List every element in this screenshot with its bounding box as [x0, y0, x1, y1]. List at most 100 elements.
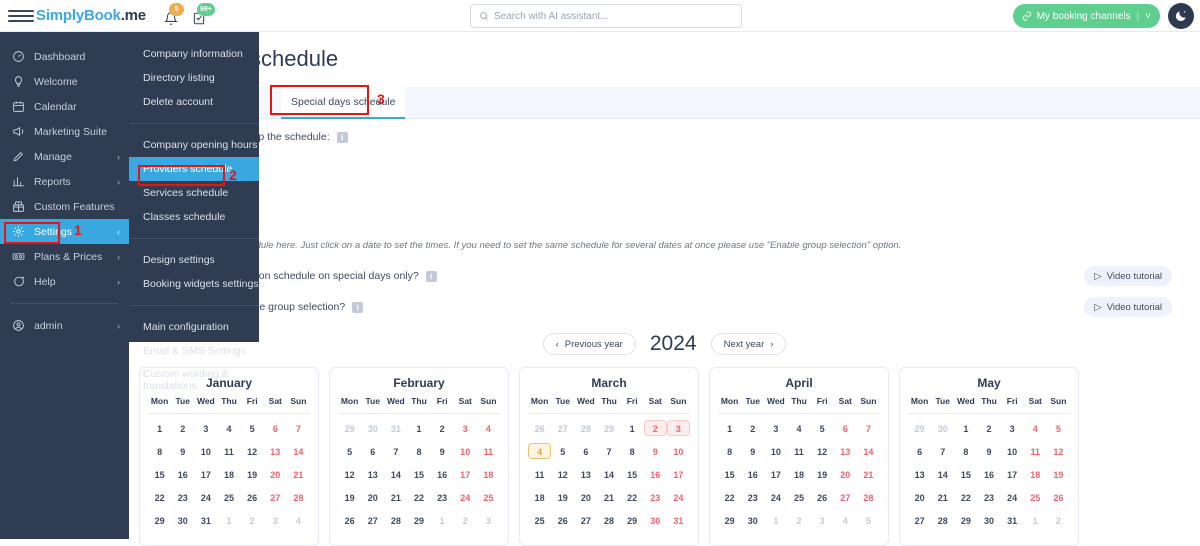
day-cell[interactable]: 27: [574, 512, 597, 528]
day-cell[interactable]: 19: [1047, 466, 1070, 482]
day-cell[interactable]: 16: [977, 466, 1000, 482]
day-cell[interactable]: 1: [148, 420, 171, 436]
day-cell[interactable]: 10: [194, 443, 217, 459]
info-icon[interactable]: i: [352, 301, 364, 313]
day-cell[interactable]: 15: [718, 466, 741, 482]
day-cell[interactable]: 9: [977, 443, 1000, 459]
day-cell[interactable]: 26: [811, 489, 834, 505]
day-cell[interactable]: 24: [764, 489, 787, 505]
day-cell[interactable]: 2: [431, 420, 454, 436]
day-cell[interactable]: 3: [764, 420, 787, 436]
day-cell[interactable]: 5: [551, 443, 574, 459]
day-cell[interactable]: 16: [644, 466, 667, 482]
sidebar-item-calendar[interactable]: Calendar: [0, 94, 129, 119]
day-cell[interactable]: 16: [431, 466, 454, 482]
day-cell[interactable]: 14: [384, 466, 407, 482]
day-cell[interactable]: 5: [1047, 420, 1070, 436]
day-cell[interactable]: 2: [977, 420, 1000, 436]
day-cell[interactable]: 11: [528, 466, 551, 482]
day-cell[interactable]: 8: [718, 443, 741, 459]
day-cell[interactable]: 21: [384, 489, 407, 505]
sidebar-item-plans-prices[interactable]: Plans & Prices ›: [0, 244, 129, 269]
day-cell[interactable]: 17: [194, 466, 217, 482]
menu-item-providers-schedule[interactable]: Providers schedule: [129, 157, 259, 181]
day-cell[interactable]: 20: [361, 489, 384, 505]
day-cell[interactable]: 5: [338, 443, 361, 459]
day-cell[interactable]: 1: [954, 420, 977, 436]
day-cell[interactable]: 3: [454, 420, 477, 436]
sidebar-item-marketing-suite[interactable]: Marketing Suite: [0, 119, 129, 144]
day-cell[interactable]: 3: [666, 420, 690, 436]
day-cell[interactable]: 23: [644, 489, 667, 505]
hamburger-icon[interactable]: [8, 9, 34, 22]
day-cell[interactable]: 28: [597, 512, 620, 528]
day-cell[interactable]: 21: [931, 489, 954, 505]
day-cell[interactable]: 30: [171, 512, 194, 528]
day-cell[interactable]: 10: [667, 443, 690, 459]
day-cell[interactable]: 26: [551, 512, 574, 528]
day-cell[interactable]: 7: [857, 420, 880, 436]
chevron-down-icon[interactable]: ˅: [1145, 11, 1151, 22]
day-cell[interactable]: 19: [811, 466, 834, 482]
day-cell[interactable]: 27: [908, 512, 931, 528]
day-cell[interactable]: 4: [528, 443, 552, 459]
day-cell[interactable]: 21: [857, 466, 880, 482]
day-cell[interactable]: 9: [644, 443, 667, 459]
day-cell[interactable]: 4: [477, 420, 500, 436]
day-cell[interactable]: 15: [148, 466, 171, 482]
day-cell[interactable]: 15: [621, 466, 644, 482]
sidebar-item-settings[interactable]: Settings ‹: [0, 219, 129, 244]
video-tutorial-button-1[interactable]: ▷ Video tutorial: [1084, 266, 1172, 286]
day-cell[interactable]: 25: [787, 489, 810, 505]
day-cell[interactable]: 6: [908, 443, 931, 459]
day-cell[interactable]: 27: [264, 489, 287, 505]
day-cell[interactable]: 13: [361, 466, 384, 482]
day-cell[interactable]: 5: [241, 420, 264, 436]
day-cell[interactable]: 1: [407, 420, 430, 436]
day-cell[interactable]: 29: [621, 512, 644, 528]
day-cell[interactable]: 26: [338, 512, 361, 528]
day-cell[interactable]: 6: [264, 420, 287, 436]
day-cell[interactable]: 11: [217, 443, 240, 459]
day-cell[interactable]: 31: [667, 512, 690, 528]
day-cell[interactable]: 23: [741, 489, 764, 505]
day-cell[interactable]: 14: [857, 443, 880, 459]
sidebar-item-custom-features[interactable]: Custom Features: [0, 194, 129, 219]
day-cell[interactable]: 2: [741, 420, 764, 436]
day-cell[interactable]: 14: [597, 466, 620, 482]
day-cell[interactable]: 1: [621, 420, 644, 436]
day-cell[interactable]: 28: [384, 512, 407, 528]
day-cell[interactable]: 12: [241, 443, 264, 459]
menu-item-company-information[interactable]: Company information: [129, 42, 259, 66]
day-cell[interactable]: 29: [718, 512, 741, 528]
day-cell[interactable]: 2: [643, 420, 667, 436]
day-cell[interactable]: 3: [1001, 420, 1024, 436]
menu-item-booking-widgets-settings[interactable]: Booking widgets settings: [129, 272, 259, 296]
day-cell[interactable]: 14: [931, 466, 954, 482]
day-cell[interactable]: 4: [787, 420, 810, 436]
day-cell[interactable]: 25: [217, 489, 240, 505]
menu-item-custom-wording-translations[interactable]: Custom wording & translations: [129, 363, 259, 397]
day-cell[interactable]: 28: [287, 489, 310, 505]
day-cell[interactable]: 13: [834, 443, 857, 459]
day-cell[interactable]: 12: [551, 466, 574, 482]
menu-item-services-schedule[interactable]: Services schedule: [129, 181, 259, 205]
day-cell[interactable]: 5: [811, 420, 834, 436]
day-cell[interactable]: 18: [528, 489, 551, 505]
day-cell[interactable]: 11: [1024, 443, 1047, 459]
day-cell[interactable]: 9: [741, 443, 764, 459]
day-cell[interactable]: 31: [194, 512, 217, 528]
day-cell[interactable]: 3: [194, 420, 217, 436]
day-cell[interactable]: 31: [1001, 512, 1024, 528]
day-cell[interactable]: 20: [264, 466, 287, 482]
day-cell[interactable]: 24: [454, 489, 477, 505]
day-cell[interactable]: 30: [741, 512, 764, 528]
day-cell[interactable]: 8: [954, 443, 977, 459]
menu-item-main-configuration[interactable]: Main configuration: [129, 315, 259, 339]
day-cell[interactable]: 23: [977, 489, 1000, 505]
tasks-icon[interactable]: 99+: [190, 2, 215, 26]
sidebar-item-account[interactable]: admin ›: [0, 313, 129, 338]
day-cell[interactable]: 11: [787, 443, 810, 459]
day-cell[interactable]: 8: [148, 443, 171, 459]
day-cell[interactable]: 19: [338, 489, 361, 505]
